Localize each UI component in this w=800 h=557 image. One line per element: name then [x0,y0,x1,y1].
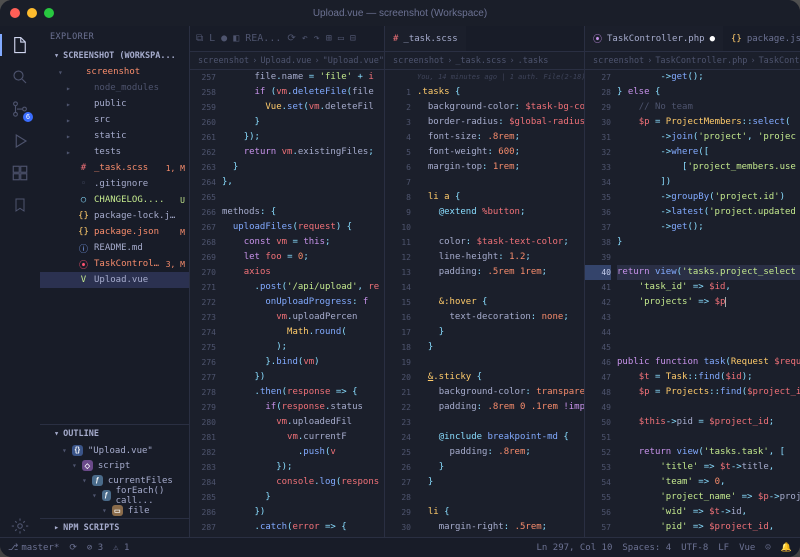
tab-bar: ⧉ L ● ◧ REA... ⟳ ↶ ↷ ⊞ ▭ ⊟ [190,26,384,52]
status-bar: ⎇ master* ⟳ ⊘ 3 ⚠ 1 Ln 297, Col 10 Space… [0,537,800,557]
outline-tree: ▾{}"Upload.vue"▾◇script▾ƒcurrentFiles▾ƒf… [40,443,189,518]
status-cursor-pos[interactable]: Ln 297, Col 10 [537,543,613,553]
extensions-icon[interactable] [9,162,31,184]
outline-header[interactable]: ▾OUTLINE [40,424,189,443]
tree-item[interactable]: ⓘREADME.md [40,240,189,256]
editor-action-icon[interactable]: ▭ [338,33,344,44]
editor-action-icon[interactable]: ◧ [233,33,239,44]
status-sync-icon[interactable]: ⟳ [69,543,77,553]
tree-item[interactable]: {}package-lock.json [40,208,189,224]
npm-scripts-header[interactable]: ▸NPM SCRIPTS [40,518,189,537]
tree-item[interactable]: ◦.gitignore [40,176,189,192]
source-control-icon[interactable]: 6 [9,98,31,120]
status-errors[interactable]: ⊘ 3 [87,543,103,553]
editor-group: ⧉ L ● ◧ REA... ⟳ ↶ ↷ ⊞ ▭ ⊟ screenshot›Upload.vue›"U… [190,26,800,537]
tree-item[interactable]: {}package.jsonM [40,224,189,240]
settings-gear-icon[interactable] [9,515,31,537]
outline-item[interactable]: ▾{}"Upload.vue" [40,443,189,458]
status-feedback-icon[interactable]: ☺ [765,543,770,553]
sidebar-title: EXPLORER [40,26,189,48]
editor-tab[interactable]: #_task.scss [385,26,466,52]
editor-action-icon[interactable]: L [209,33,215,44]
search-icon[interactable] [9,66,31,88]
editor-action-icon[interactable]: ● [221,33,227,44]
breadcrumb[interactable]: screenshot›Upload.vue›"Upload.vue"›scrip… [190,52,384,70]
editor-pane: ⦿TaskController.php●{}package.json⋯scree… [585,26,800,537]
editor-action-icon[interactable]: ⊟ [350,33,356,44]
code-editor[interactable]: 2728293031323334353637383940414243444546… [585,70,800,537]
titlebar[interactable]: Upload.vue — screenshot (Workspace) [0,0,800,26]
activity-bar: 6 [0,26,40,537]
sidebar: EXPLORER ▾SCREENSHOT (WORKSPA... ▾screen… [40,26,190,537]
editor-action-icon[interactable]: ⧉ [196,33,203,44]
tree-item[interactable]: #_task.scss1, M [40,160,189,176]
debug-icon[interactable] [9,130,31,152]
editor-action-icon[interactable]: REA... [245,33,281,44]
status-language[interactable]: Vue [739,543,755,553]
explorer-icon[interactable] [9,34,31,56]
status-eol[interactable]: LF [718,543,729,553]
tree-item[interactable]: ▸src [40,112,189,128]
editor-action-icon[interactable]: ⟳ [287,33,295,44]
editor-pane: #_task.scssscreenshot›_task.scss›.tasks1… [385,26,585,537]
editor-action-icon[interactable]: ↶ [302,33,308,44]
bookmark-icon[interactable] [9,194,31,216]
window-title: Upload.vue — screenshot (Workspace) [0,8,800,19]
breadcrumb[interactable]: screenshot›TaskController.php›TaskContro… [585,52,800,70]
editor-action-icon[interactable]: ↷ [314,33,320,44]
breadcrumb[interactable]: screenshot›_task.scss›.tasks [385,52,584,70]
tree-item[interactable]: ▸tests [40,144,189,160]
tree-item[interactable]: ⦿TaskControll...3, M [40,256,189,272]
editor-pane: ⧉ L ● ◧ REA... ⟳ ↶ ↷ ⊞ ▭ ⊟ screenshot›Upload.vue›"U… [190,26,385,537]
status-bell-icon[interactable]: 🔔 [781,543,792,553]
code-editor[interactable]: 2572582592602612622632642652662672682692… [190,70,384,537]
status-spaces[interactable]: Spaces: 4 [622,543,671,553]
editor-tab[interactable]: ⦿TaskController.php● [585,26,723,52]
status-warnings[interactable]: ⚠ 1 [113,543,129,553]
tree-item[interactable]: ○CHANGELOG....U [40,192,189,208]
outline-item[interactable]: ▾ƒforEach() call... [40,488,189,503]
tree-item[interactable]: ▸public [40,96,189,112]
app-window: Upload.vue — screenshot (Workspace) 6 EX… [0,0,800,557]
code-editor[interactable]: 1234567891011121314151617181920212223242… [385,70,584,537]
tree-item[interactable]: ▸node_modules [40,80,189,96]
status-branch[interactable]: ⎇ master* [8,543,59,553]
tab-bar: #_task.scss [385,26,584,52]
editor-tab[interactable]: {}package.json [723,26,800,52]
tree-item[interactable]: ▸static [40,128,189,144]
tree-item[interactable]: ▾screenshot [40,64,189,80]
outline-item[interactable]: ▾◇script [40,458,189,473]
file-tree: ▾screenshot▸node_modules▸public▸src▸stat… [40,64,189,288]
tab-bar: ⦿TaskController.php●{}package.json⋯ [585,26,800,52]
status-encoding[interactable]: UTF-8 [681,543,708,553]
workspace-header[interactable]: ▾SCREENSHOT (WORKSPA... [40,48,189,64]
scm-badge: 6 [23,112,33,122]
editor-action-icon[interactable]: ⊞ [326,33,332,44]
tree-item[interactable]: VUpload.vue [40,272,189,288]
